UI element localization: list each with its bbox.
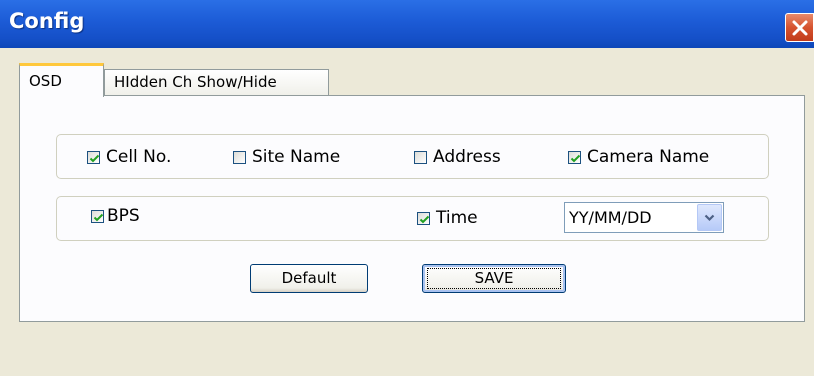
default-button[interactable]: Default (250, 264, 368, 293)
cell-no-label: Cell No. (106, 147, 172, 167)
tab-hidden-ch-label: HIdden Ch Show/Hide (114, 73, 277, 91)
time-checkbox[interactable]: Time (417, 208, 478, 228)
save-button[interactable]: SAVE (422, 264, 566, 293)
camera-name-checkbox[interactable]: Camera Name (568, 147, 709, 167)
checkmark-icon (419, 215, 430, 223)
cell-no-checkbox[interactable]: Cell No. (87, 147, 171, 167)
checkmark-icon (570, 154, 581, 162)
site-name-checkbox[interactable]: Site Name (233, 147, 340, 167)
close-button[interactable] (785, 13, 814, 42)
tab-osd-label: OSD (29, 72, 62, 90)
checkmark-icon (93, 213, 104, 221)
dropdown-button[interactable] (697, 204, 722, 231)
checkbox-box[interactable] (233, 150, 246, 164)
osd-panel: Cell No. Site Name Address Camera Name B… (19, 95, 805, 322)
address-label: Address (433, 147, 501, 167)
tab-hidden-ch-show-hide[interactable]: HIdden Ch Show/Hide (104, 69, 329, 95)
date-format-value: YY/MM/DD (569, 208, 652, 227)
site-name-label: Site Name (252, 147, 341, 167)
bps-label: BPS (107, 206, 140, 226)
address-checkbox[interactable]: Address (414, 147, 501, 167)
tab-osd[interactable]: OSD (19, 63, 104, 97)
checkbox-box[interactable] (417, 211, 430, 225)
save-button-label: SAVE (474, 269, 514, 287)
window-title: Config (9, 9, 85, 33)
checkmark-icon (89, 154, 100, 162)
config-window: Config OSD HIdden Ch Show/Hide Cell No. … (0, 0, 814, 376)
time-label: Time (436, 208, 478, 228)
date-format-select[interactable]: YY/MM/DD (564, 202, 724, 233)
bps-checkbox[interactable]: BPS (91, 206, 140, 226)
checkbox-box[interactable] (91, 209, 104, 223)
default-button-label: Default (281, 269, 337, 287)
close-icon (792, 20, 808, 36)
camera-name-label: Camera Name (587, 147, 710, 167)
checkbox-box[interactable] (87, 150, 100, 164)
checkbox-box[interactable] (414, 150, 427, 164)
chevron-down-icon (704, 214, 715, 222)
title-bar[interactable]: Config (0, 0, 814, 48)
checkbox-box[interactable] (568, 150, 581, 164)
